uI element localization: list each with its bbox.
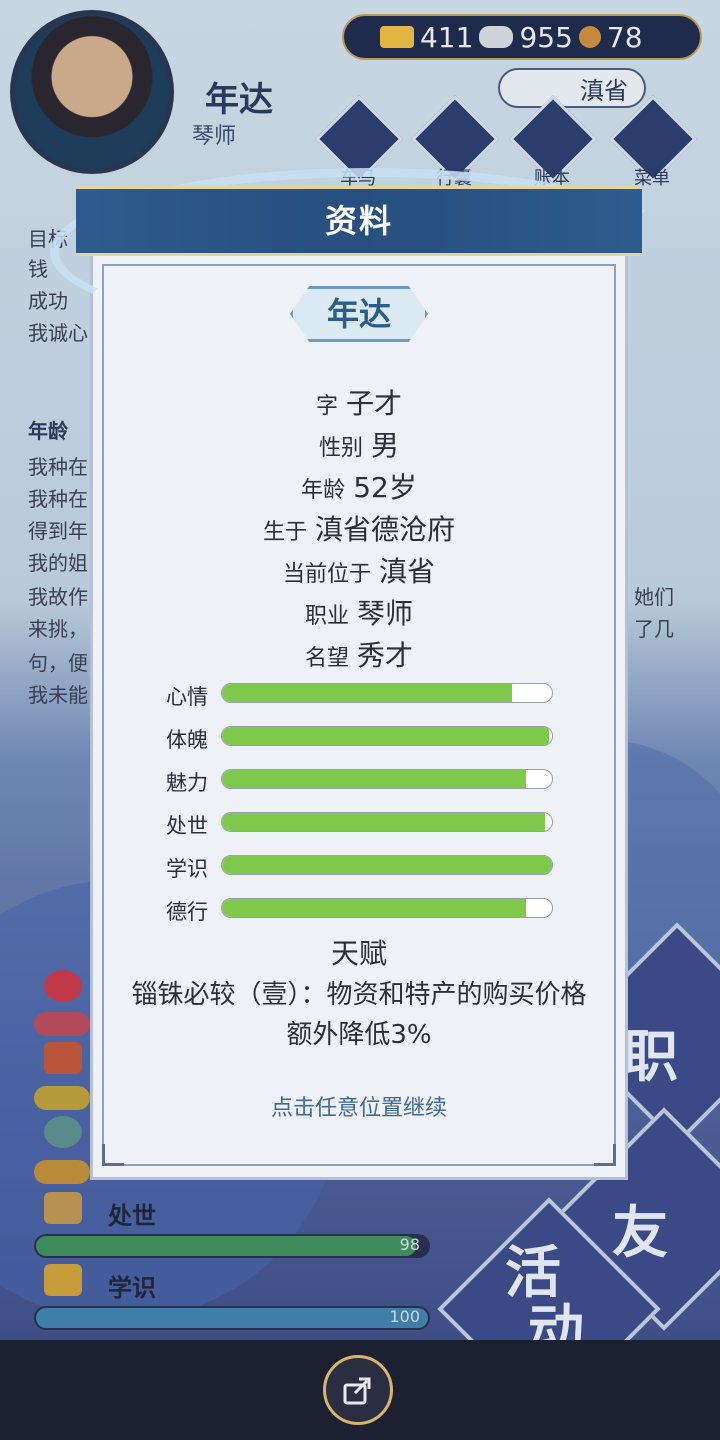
bg-stat-label: 处世 bbox=[108, 1202, 156, 1230]
info-courtesy-name: 字子才 bbox=[90, 382, 628, 422]
info-key: 生于 bbox=[262, 520, 307, 545]
info-key: 性别 bbox=[318, 436, 363, 461]
stat-label-charm: 魅力 bbox=[166, 771, 208, 795]
corner-ornament bbox=[594, 1144, 616, 1166]
bg-line: 我故作 bbox=[28, 585, 88, 609]
stat-bar-charm bbox=[221, 769, 553, 789]
info-value: 秀才 bbox=[357, 639, 414, 672]
bg-stat-fill bbox=[36, 1236, 417, 1256]
info-key: 职业 bbox=[304, 604, 349, 629]
strength-icon bbox=[44, 1042, 82, 1074]
flower-icon bbox=[44, 970, 82, 1002]
info-value: 男 bbox=[371, 429, 400, 462]
info-age: 年龄 52岁 bbox=[90, 466, 628, 506]
info-occupation: 职业 琴师 bbox=[90, 592, 628, 632]
bg-stat-bar: 98 bbox=[34, 1234, 430, 1258]
coin-amount: 78 bbox=[606, 20, 643, 54]
stat-bar bbox=[34, 1086, 90, 1110]
stat-fill bbox=[222, 770, 526, 788]
info-value: 滇省德沧府 bbox=[315, 513, 456, 546]
bg-stat-bar: 100 bbox=[34, 1306, 430, 1330]
bg-line: 句，便 bbox=[28, 651, 88, 675]
location-label: 滇省 bbox=[580, 76, 628, 105]
stat-bar-worldliness bbox=[221, 812, 553, 832]
gold-amount: 411 bbox=[420, 20, 474, 54]
stat-label-knowledge: 学识 bbox=[166, 857, 208, 881]
silver-amount: 955 bbox=[519, 20, 573, 54]
info-key: 名望 bbox=[304, 646, 349, 671]
info-key: 当前位于 bbox=[282, 562, 371, 587]
character-name: 年达 bbox=[205, 80, 273, 120]
mirror-icon bbox=[44, 1116, 82, 1148]
bg-line: 我诚心 bbox=[28, 321, 88, 345]
age-label: 年龄 bbox=[28, 419, 68, 443]
corner-ornament bbox=[102, 1144, 124, 1166]
stat-fill bbox=[222, 727, 549, 745]
info-value: 滇省 bbox=[379, 555, 436, 588]
books-icon bbox=[44, 1264, 82, 1296]
bg-line: 钱 bbox=[28, 257, 48, 281]
info-value: 子才 bbox=[346, 387, 403, 420]
stat-fill bbox=[222, 813, 546, 831]
currency-bar: 411 955 78 bbox=[342, 14, 702, 60]
stat-bar-physique bbox=[221, 726, 553, 746]
bg-line: 成功 bbox=[28, 289, 68, 313]
info-gender: 性别男 bbox=[90, 424, 628, 464]
info-key: 年龄 bbox=[301, 478, 346, 503]
share-icon bbox=[343, 1377, 371, 1405]
share-button[interactable] bbox=[323, 1355, 393, 1425]
character-avatar[interactable] bbox=[10, 10, 174, 174]
stat-fill bbox=[222, 856, 552, 874]
bg-line: 了几 bbox=[634, 617, 674, 641]
silver-ingot-icon bbox=[479, 26, 514, 48]
stat-bar-virtue bbox=[221, 898, 553, 918]
stat-label-worldliness: 处世 bbox=[166, 814, 208, 838]
copper-coin-icon bbox=[578, 26, 601, 48]
bg-stat-fill bbox=[36, 1308, 429, 1328]
career-char: 职 bbox=[622, 1025, 678, 1090]
bg-line: 她们 bbox=[634, 585, 674, 609]
info-birthplace: 生于 滇省德沧府 bbox=[90, 508, 628, 548]
bg-line: 我的姐 bbox=[28, 551, 88, 575]
location-button[interactable]: 滇省 bbox=[498, 68, 646, 108]
info-value: 琴师 bbox=[357, 597, 414, 630]
bg-line: 我未能 bbox=[28, 683, 88, 707]
bg-line: 我种在 bbox=[28, 487, 88, 511]
modal-character-name: 年达 bbox=[326, 295, 391, 333]
modal-title: 资料 bbox=[324, 202, 393, 240]
talent-title: 天赋 bbox=[330, 937, 387, 970]
stat-bar bbox=[34, 1012, 90, 1036]
stat-bar-mood bbox=[221, 683, 553, 703]
info-value: 52岁 bbox=[353, 471, 417, 504]
stat-fill bbox=[222, 899, 526, 917]
continue-hint[interactable]: 点击任意位置继续 bbox=[90, 1090, 628, 1122]
nav-menu[interactable]: 菜单 bbox=[609, 95, 697, 189]
character-job: 琴师 bbox=[192, 124, 237, 149]
gold-ingot-icon bbox=[380, 26, 414, 48]
info-key: 字 bbox=[315, 394, 338, 419]
stat-label-physique: 体魄 bbox=[166, 728, 208, 752]
stat-bar-knowledge bbox=[221, 855, 553, 875]
friends-char: 友 bbox=[612, 1201, 668, 1266]
stat-label-mood: 心情 bbox=[166, 685, 208, 709]
stat-fill bbox=[222, 684, 513, 702]
nav-ledger[interactable]: 账本 bbox=[509, 95, 597, 189]
stat-bar bbox=[34, 1160, 90, 1184]
info-reputation: 名望 秀才 bbox=[90, 634, 628, 674]
bg-line: 我种在 bbox=[28, 455, 88, 479]
info-current-location: 当前位于 滇省 bbox=[90, 550, 628, 590]
bg-stat-label: 学识 bbox=[108, 1274, 156, 1302]
bg-stat-value: 98 bbox=[399, 1235, 420, 1254]
bg-stat-value: 100 bbox=[389, 1307, 420, 1326]
stat-label-virtue: 德行 bbox=[166, 900, 208, 924]
talent-description: 锱铢必较（壹）：物资和特产的购买价格额外降低3% bbox=[131, 980, 587, 1050]
scroll-icon bbox=[44, 1192, 82, 1224]
bg-line: 来挑， bbox=[28, 617, 88, 641]
bg-line: 得到年 bbox=[28, 519, 88, 543]
